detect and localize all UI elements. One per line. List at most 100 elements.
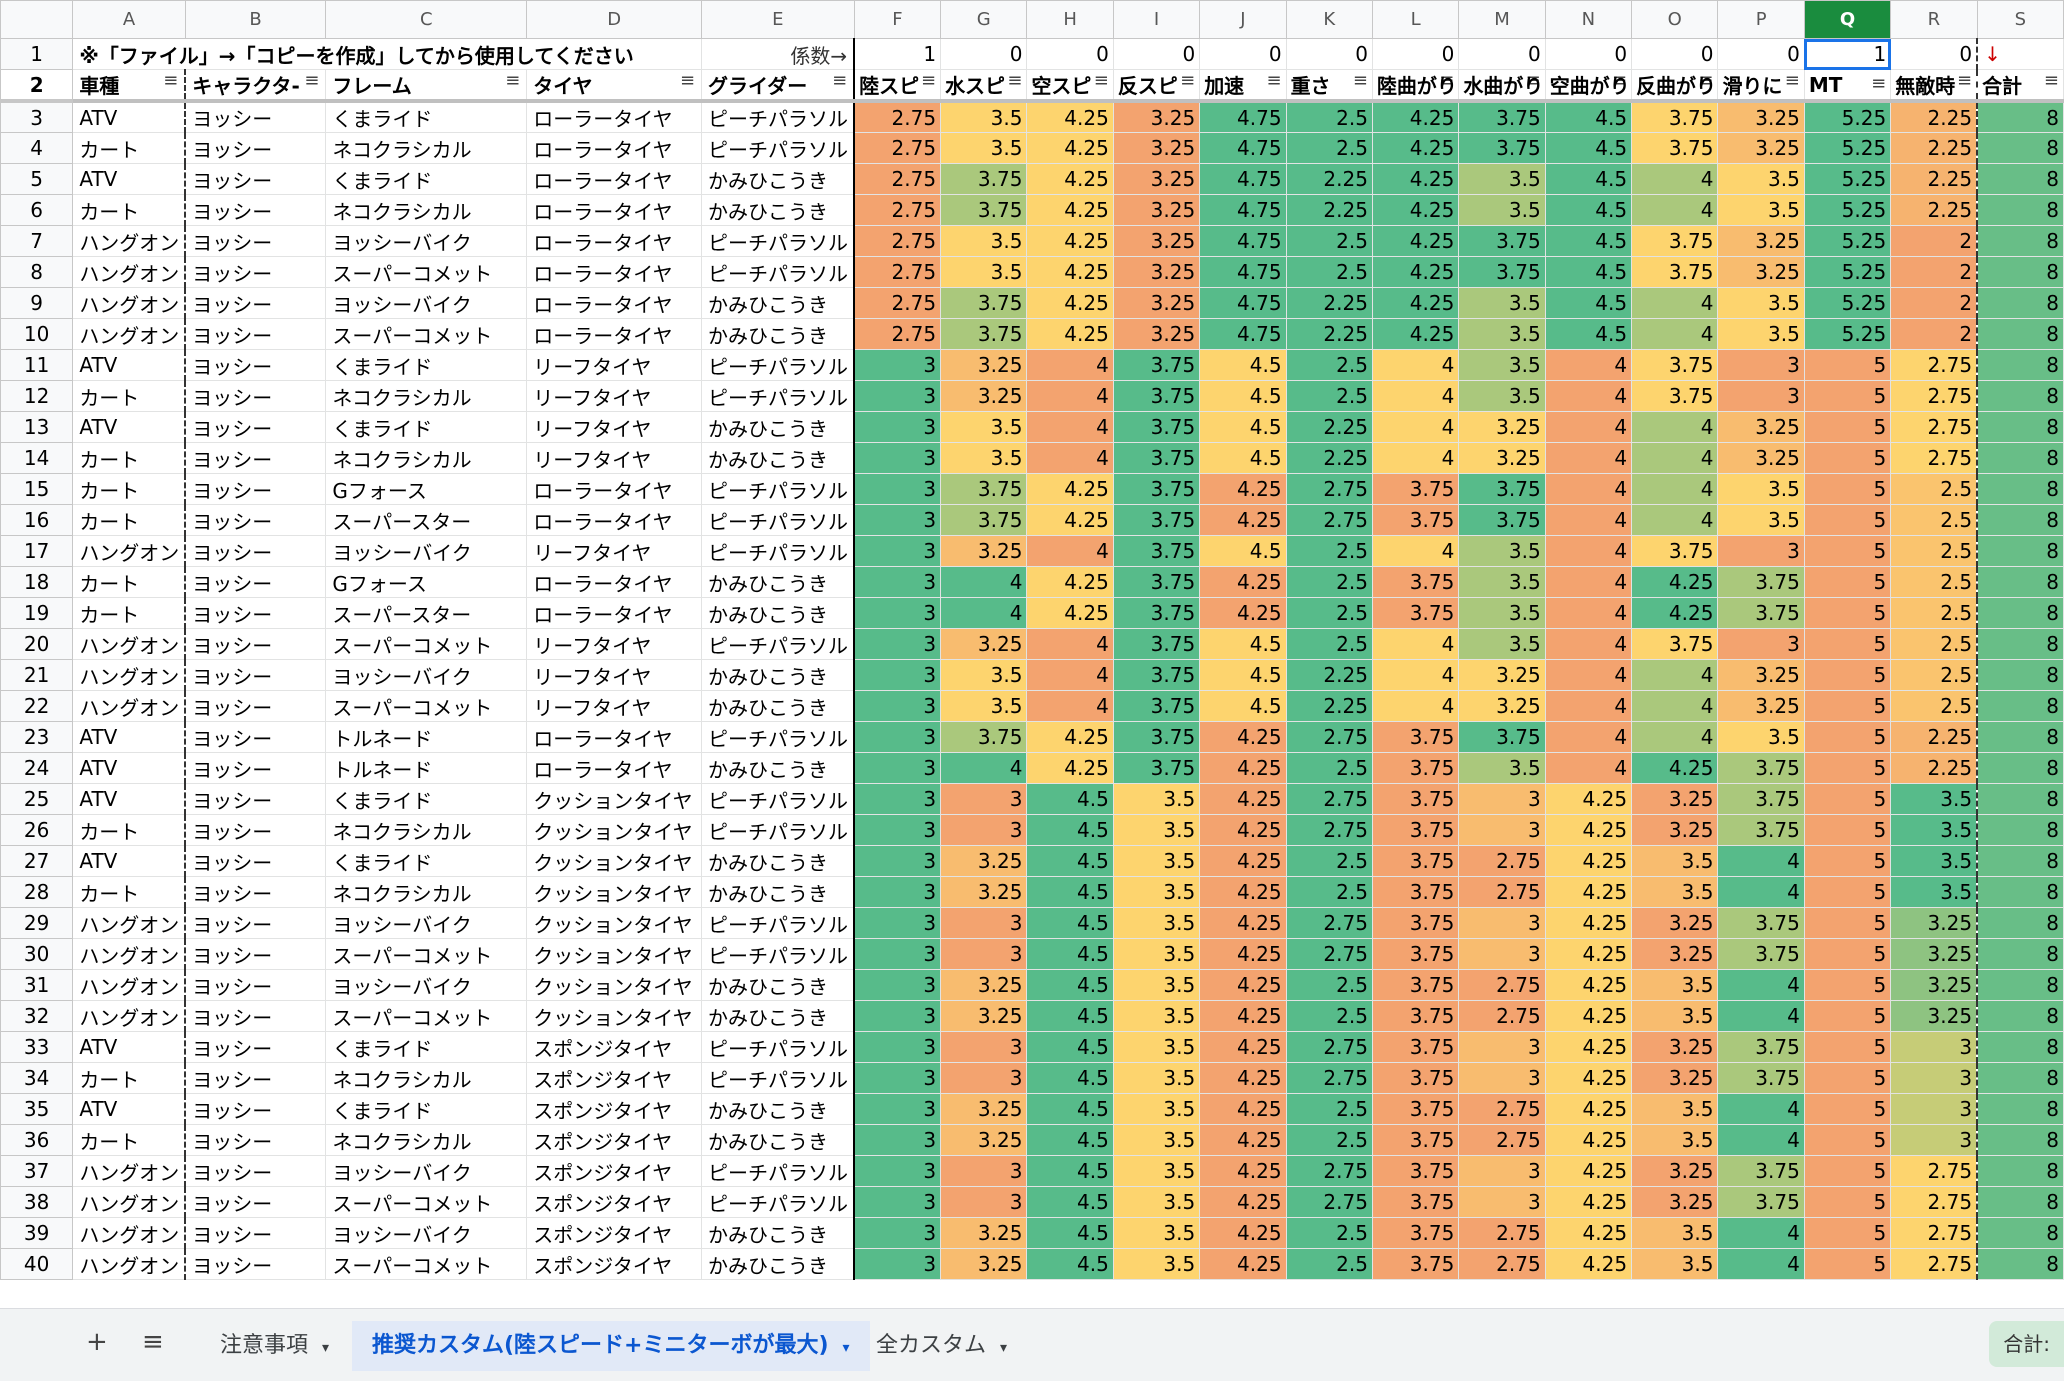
data-cell[interactable]: 3	[853, 566, 942, 598]
data-cell[interactable]: 3.5	[1112, 845, 1201, 877]
data-cell[interactable]: カート	[72, 814, 187, 846]
data-cell[interactable]: スポンジタイヤ	[526, 1186, 703, 1218]
data-cell[interactable]: 3	[853, 721, 942, 753]
data-cell[interactable]: 8	[1976, 1155, 2064, 1187]
row-header[interactable]: 12	[0, 380, 74, 412]
data-cell[interactable]: 4	[1371, 380, 1460, 412]
data-cell[interactable]: ハングオン	[72, 535, 187, 567]
chevron-down-icon[interactable]: ▾	[1000, 1340, 1007, 1356]
data-cell[interactable]: 3.75	[1371, 566, 1460, 598]
data-cell[interactable]: 3.25	[1717, 256, 1805, 288]
filter-icon[interactable]: ≡	[304, 70, 319, 91]
data-cell[interactable]: 3.5	[940, 659, 1028, 691]
header-cell[interactable]: ≡ 加速	[1199, 69, 1287, 103]
data-cell[interactable]: ネコクラシカル	[325, 380, 528, 412]
data-cell[interactable]: 3	[853, 1155, 942, 1187]
data-cell[interactable]: 8	[1976, 442, 2064, 474]
data-cell[interactable]: 5	[1803, 876, 1892, 908]
data-cell[interactable]: 4	[1631, 659, 1719, 691]
data-cell[interactable]: 4.5	[1544, 194, 1633, 226]
data-cell[interactable]: ローラータイヤ	[526, 504, 703, 536]
row-header[interactable]: 16	[0, 504, 74, 536]
data-cell[interactable]: 2.5	[1285, 1000, 1373, 1032]
row-header[interactable]: 38	[0, 1186, 74, 1218]
data-cell[interactable]: 4.25	[1371, 194, 1460, 226]
data-cell[interactable]: Gフォース	[325, 566, 528, 598]
data-cell[interactable]: ヨッシー	[184, 504, 327, 536]
row-header[interactable]: 21	[0, 659, 74, 691]
data-cell[interactable]: 4.25	[1544, 1093, 1633, 1125]
data-cell[interactable]: 4.25	[1544, 783, 1633, 815]
data-cell[interactable]: 3.75	[1717, 1062, 1805, 1094]
row-header[interactable]: 35	[0, 1093, 74, 1125]
data-cell[interactable]: 4.25	[1199, 814, 1287, 846]
data-cell[interactable]: 4.25	[1371, 225, 1460, 257]
data-cell[interactable]: 5	[1803, 969, 1892, 1001]
data-cell[interactable]: 3.5	[1717, 504, 1805, 536]
data-cell[interactable]: 2.75	[1458, 969, 1546, 1001]
data-cell[interactable]: 3.25	[1631, 938, 1719, 970]
data-cell[interactable]: ヨッシー	[184, 256, 327, 288]
data-cell[interactable]: クッションタイヤ	[526, 783, 703, 815]
data-cell[interactable]: 4.25	[1544, 1155, 1633, 1187]
data-cell[interactable]: くまライド	[325, 163, 528, 195]
data-cell[interactable]: 4.5	[1026, 1248, 1114, 1280]
data-cell[interactable]: 4.5	[1026, 1062, 1114, 1094]
data-cell[interactable]: ヨッシー	[184, 132, 327, 164]
data-cell[interactable]: 4.5	[1544, 318, 1633, 350]
data-cell[interactable]: ヨッシー	[184, 845, 327, 877]
data-cell[interactable]: リーフタイヤ	[526, 411, 703, 443]
data-cell[interactable]: 3	[853, 659, 942, 691]
data-cell[interactable]: カート	[72, 442, 187, 474]
data-cell[interactable]: ネコクラシカル	[325, 1124, 528, 1156]
data-cell[interactable]: 4.5	[1199, 442, 1287, 474]
data-cell[interactable]: かみひこうき	[701, 163, 855, 195]
data-cell[interactable]: 3	[1458, 907, 1546, 939]
data-cell[interactable]: 2.5	[1285, 1124, 1373, 1156]
data-cell[interactable]: クッションタイヤ	[526, 876, 703, 908]
row-header[interactable]: 10	[0, 318, 74, 350]
data-cell[interactable]: かみひこうき	[701, 752, 855, 784]
data-cell[interactable]: 3.75	[1717, 597, 1805, 629]
data-cell[interactable]: 2.75	[1890, 1217, 1979, 1249]
data-cell[interactable]: 4	[1371, 690, 1460, 722]
data-cell[interactable]: ハングオン	[72, 1186, 187, 1218]
data-cell[interactable]: 4.25	[1544, 938, 1633, 970]
column-header-O[interactable]: O	[1631, 0, 1719, 39]
data-cell[interactable]: 4.25	[1199, 504, 1287, 536]
data-cell[interactable]: 4	[940, 597, 1028, 629]
data-cell[interactable]: 2.75	[1458, 845, 1546, 877]
data-cell[interactable]: 4.5	[1026, 845, 1114, 877]
data-cell[interactable]: 3.5	[1890, 783, 1979, 815]
data-cell[interactable]: 4.5	[1026, 1217, 1114, 1249]
data-cell[interactable]: 4	[1026, 349, 1114, 381]
data-cell[interactable]: 8	[1976, 752, 2064, 784]
data-cell[interactable]: 4	[1544, 597, 1633, 629]
data-cell[interactable]: 3.5	[1112, 1217, 1201, 1249]
data-cell[interactable]: 3	[853, 876, 942, 908]
data-cell[interactable]: 2.75	[1890, 1155, 1979, 1187]
data-cell[interactable]: 5	[1803, 752, 1892, 784]
data-cell[interactable]: ネコクラシカル	[325, 194, 528, 226]
data-cell[interactable]: 8	[1976, 690, 2064, 722]
data-cell[interactable]: 2.5	[1285, 876, 1373, 908]
data-cell[interactable]: 3.25	[940, 1093, 1028, 1125]
data-cell[interactable]: 3	[1458, 814, 1546, 846]
data-cell[interactable]: 3	[853, 752, 942, 784]
data-cell[interactable]: 4.5	[1199, 690, 1287, 722]
data-cell[interactable]: 3	[853, 504, 942, 536]
data-cell[interactable]: かみひこうき	[701, 287, 855, 319]
data-cell[interactable]: 3.25	[1631, 814, 1719, 846]
row-header[interactable]: 11	[0, 349, 74, 381]
data-cell[interactable]: 2.75	[853, 318, 942, 350]
data-cell[interactable]: 3.75	[1371, 876, 1460, 908]
data-cell[interactable]: 4.25	[1631, 752, 1719, 784]
data-cell[interactable]: かみひこうき	[701, 194, 855, 226]
data-cell[interactable]: 3.75	[940, 473, 1028, 505]
data-cell[interactable]: 3.5	[940, 100, 1028, 133]
data-cell[interactable]: ATV	[72, 752, 187, 784]
data-cell[interactable]: 3.5	[1631, 1217, 1719, 1249]
data-cell[interactable]: 4.5	[1026, 938, 1114, 970]
data-cell[interactable]: 4	[1717, 1248, 1805, 1280]
row-header[interactable]: 32	[0, 1000, 74, 1032]
